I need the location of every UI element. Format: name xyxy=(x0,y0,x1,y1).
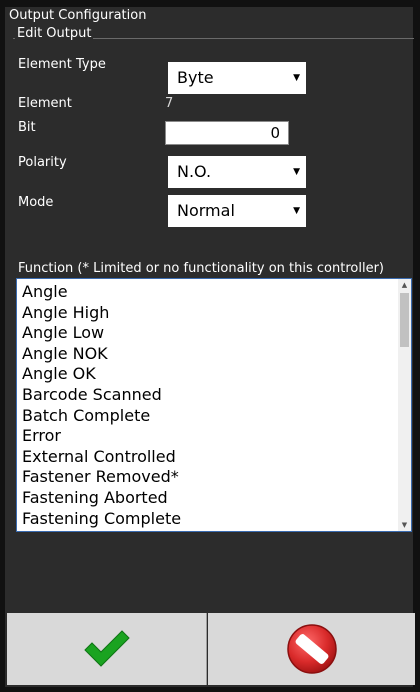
polarity-label: Polarity xyxy=(18,155,67,170)
chevron-down-icon: ▼ xyxy=(293,206,300,216)
chevron-down-icon: ▼ xyxy=(293,73,300,83)
chevron-down-icon: ▼ xyxy=(293,167,300,177)
function-list-scrollbar[interactable]: ▲ ▼ xyxy=(398,279,411,531)
list-item[interactable]: Barcode Scanned xyxy=(22,385,181,406)
function-label: Function (* Limited or no functionality … xyxy=(18,261,384,276)
element-label: Element xyxy=(18,96,72,111)
footer-bar xyxy=(7,613,415,685)
function-list: Angle Angle High Angle Low Angle NOK Angle O… xyxy=(22,282,181,531)
mode-value: Normal xyxy=(177,201,235,220)
list-item[interactable]: Angle OK xyxy=(22,364,181,385)
ok-button[interactable] xyxy=(7,613,207,685)
element-type-select[interactable]: Byte ▼ xyxy=(168,62,306,94)
bit-label: Bit xyxy=(18,120,36,135)
bit-input[interactable]: 0 xyxy=(165,121,289,145)
checkmark-icon xyxy=(83,630,130,667)
no-entry-icon xyxy=(286,624,337,674)
list-item[interactable]: Fastening Complete xyxy=(22,509,181,530)
list-item[interactable]: Angle xyxy=(22,282,181,303)
mode-select[interactable]: Normal ▼ xyxy=(168,195,306,227)
list-item[interactable]: Angle Low xyxy=(22,323,181,344)
polarity-select[interactable]: N.O. ▼ xyxy=(168,156,306,188)
list-item[interactable]: Angle High xyxy=(22,303,181,324)
polarity-value: N.O. xyxy=(177,162,212,181)
scroll-up-icon[interactable]: ▲ xyxy=(398,279,411,291)
list-item[interactable]: Batch Complete xyxy=(22,406,181,427)
scroll-down-icon[interactable]: ▼ xyxy=(398,519,411,531)
list-item[interactable]: External Controlled xyxy=(22,447,181,468)
list-item[interactable]: Fastening Started xyxy=(22,529,181,531)
list-item[interactable]: Fastener Removed* xyxy=(22,467,181,488)
element-type-label: Element Type xyxy=(18,57,106,72)
list-item[interactable]: Fastening Aborted xyxy=(22,488,181,509)
list-item[interactable]: Error xyxy=(22,426,181,447)
function-listbox[interactable]: Angle Angle High Angle Low Angle NOK Angle O… xyxy=(16,278,412,532)
list-item[interactable]: Angle NOK xyxy=(22,344,181,365)
element-value: 7 xyxy=(165,96,174,111)
cancel-button[interactable] xyxy=(208,613,415,685)
element-type-value: Byte xyxy=(177,68,214,87)
edit-output-group-title: Edit Output xyxy=(15,26,94,41)
window-title: Output Configuration xyxy=(9,8,147,23)
output-configuration-window: Output Configuration Edit Output Element… xyxy=(5,7,414,687)
scrollbar-thumb[interactable] xyxy=(400,293,409,347)
mode-label: Mode xyxy=(18,195,54,210)
